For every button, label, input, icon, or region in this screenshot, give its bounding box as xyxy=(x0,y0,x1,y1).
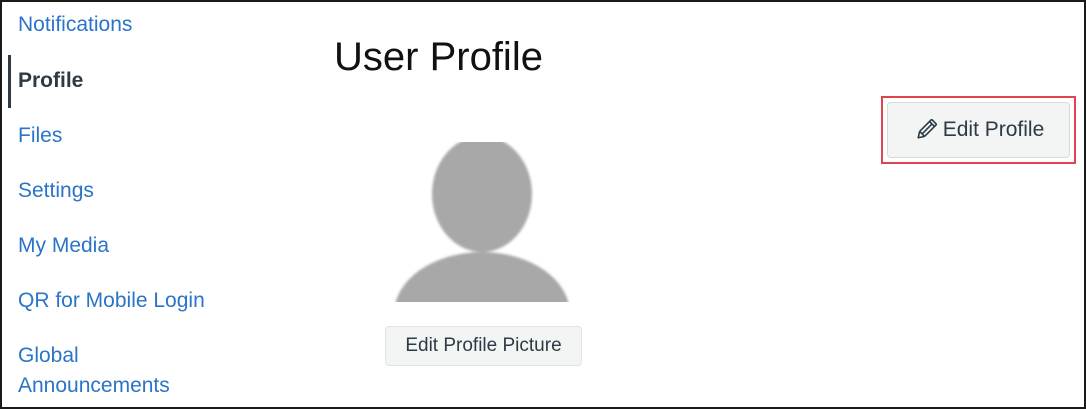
edit-profile-label: Edit Profile xyxy=(942,118,1045,141)
edit-profile-picture-button[interactable]: Edit Profile Picture xyxy=(385,326,582,366)
sidebar-item-my-media[interactable]: My Media xyxy=(18,231,109,261)
sidebar-item-label-line2: Announcements xyxy=(18,374,170,397)
app-frame: Notifications Profile Files Settings My … xyxy=(0,0,1086,409)
sidebar-item-notifications[interactable]: Notifications xyxy=(18,10,132,40)
sidebar-item-label-line1: Global xyxy=(18,344,79,367)
sidebar-item-profile[interactable]: Profile xyxy=(18,66,83,96)
default-avatar-icon xyxy=(394,142,574,302)
page-title: User Profile xyxy=(334,35,543,79)
edit-profile-button[interactable]: Edit Profile xyxy=(887,102,1070,158)
sidebar-item-qr-mobile-login[interactable]: QR for Mobile Login xyxy=(18,286,205,316)
sidebar-item-files[interactable]: Files xyxy=(18,121,62,151)
sidebar-active-indicator xyxy=(8,55,11,108)
pencil-icon xyxy=(913,118,939,142)
sidebar-item-global-announcements[interactable]: Global Announcements xyxy=(18,341,170,401)
sidebar-item-settings[interactable]: Settings xyxy=(18,176,94,206)
profile-sidebar-nav: Notifications Profile Files Settings My … xyxy=(2,2,262,407)
